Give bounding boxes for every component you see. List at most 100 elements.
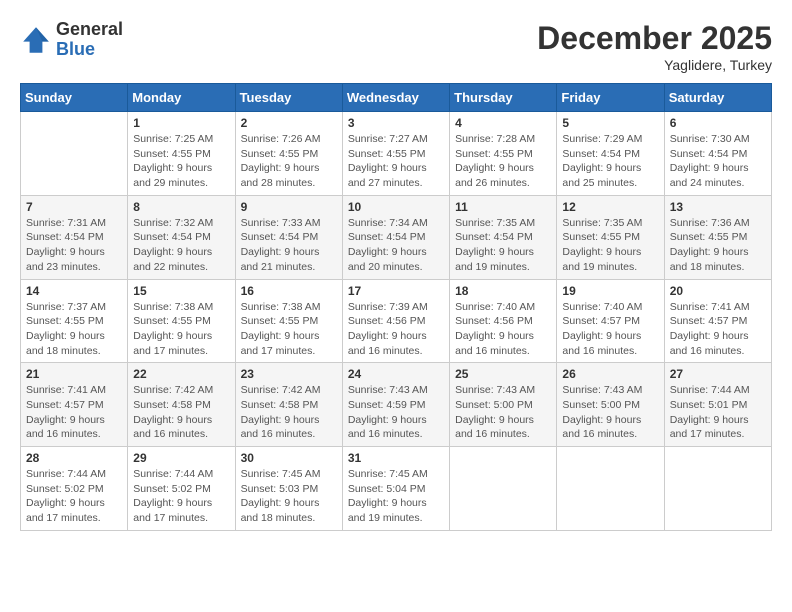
week-row-2: 7Sunrise: 7:31 AM Sunset: 4:54 PM Daylig… [21,195,772,279]
calendar-cell: 17 Sunrise: 7:39 AM Sunset: 4:56 PM Dayli… [342,279,449,363]
day-number: 24 [348,367,444,381]
week-row-5: 28 Sunrise: 7:44 AM Sunset: 5:02 PM Dayli… [21,447,772,531]
calendar-cell: 5Sunrise: 7:29 AM Sunset: 4:54 PM Daylig… [557,112,664,196]
calendar-cell [21,112,128,196]
week-row-4: 21 Sunrise: 7:41 AM Sunset: 4:57 PM Dayli… [21,363,772,447]
calendar-cell: 26 Sunrise: 7:43 AM Sunset: 5:00 PM Dayli… [557,363,664,447]
day-number: 17 [348,284,444,298]
day-number: 12 [562,200,658,214]
day-number: 21 [26,367,122,381]
weekday-row: SundayMondayTuesdayWednesdayThursdayFrid… [21,84,772,112]
calendar-cell [450,447,557,531]
weekday-header-wednesday: Wednesday [342,84,449,112]
day-info: Sunrise: 7:40 AM Sunset: 4:57 PM Dayligh… [562,300,658,359]
day-number: 9 [241,200,337,214]
day-info: Sunrise: 7:35 AM Sunset: 4:55 PM Dayligh… [562,216,658,275]
logo-blue: Blue [56,40,123,60]
day-info: Sunrise: 7:40 AM Sunset: 4:56 PM Dayligh… [455,300,551,359]
day-info: Sunrise: 7:32 AM Sunset: 4:54 PM Dayligh… [133,216,229,275]
day-number: 25 [455,367,551,381]
calendar-cell: 13 Sunrise: 7:36 AM Sunset: 4:55 PM Dayli… [664,195,771,279]
day-info: Sunrise: 7:41 AM Sunset: 4:57 PM Dayligh… [670,300,766,359]
day-info: Sunrise: 7:39 AM Sunset: 4:56 PM Dayligh… [348,300,444,359]
day-info: Sunrise: 7:44 AM Sunset: 5:02 PM Dayligh… [133,467,229,526]
day-info: Sunrise: 7:29 AM Sunset: 4:54 PM Dayligh… [562,132,658,191]
calendar-cell: 11Sunrise: 7:35 AM Sunset: 4:54 PM Dayli… [450,195,557,279]
day-number: 1 [133,116,229,130]
day-info: Sunrise: 7:35 AM Sunset: 4:54 PM Dayligh… [455,216,551,275]
day-number: 31 [348,451,444,465]
day-number: 26 [562,367,658,381]
day-info: Sunrise: 7:34 AM Sunset: 4:54 PM Dayligh… [348,216,444,275]
calendar-cell: 10 Sunrise: 7:34 AM Sunset: 4:54 PM Dayli… [342,195,449,279]
day-number: 13 [670,200,766,214]
day-info: Sunrise: 7:26 AM Sunset: 4:55 PM Dayligh… [241,132,337,191]
day-info: Sunrise: 7:37 AM Sunset: 4:55 PM Dayligh… [26,300,122,359]
calendar-cell: 23 Sunrise: 7:42 AM Sunset: 4:58 PM Dayli… [235,363,342,447]
weekday-header-saturday: Saturday [664,84,771,112]
calendar-cell: 22 Sunrise: 7:42 AM Sunset: 4:58 PM Dayli… [128,363,235,447]
day-info: Sunrise: 7:28 AM Sunset: 4:55 PM Dayligh… [455,132,551,191]
calendar-cell: 20 Sunrise: 7:41 AM Sunset: 4:57 PM Dayli… [664,279,771,363]
day-number: 30 [241,451,337,465]
calendar-cell: 4Sunrise: 7:28 AM Sunset: 4:55 PM Daylig… [450,112,557,196]
week-row-1: 1 Sunrise: 7:25 AM Sunset: 4:55 PM Daylig… [21,112,772,196]
calendar-cell: 28 Sunrise: 7:44 AM Sunset: 5:02 PM Dayli… [21,447,128,531]
weekday-header-tuesday: Tuesday [235,84,342,112]
day-info: Sunrise: 7:41 AM Sunset: 4:57 PM Dayligh… [26,383,122,442]
calendar-cell [664,447,771,531]
day-info: Sunrise: 7:38 AM Sunset: 4:55 PM Dayligh… [241,300,337,359]
day-number: 23 [241,367,337,381]
calendar-cell: 19 Sunrise: 7:40 AM Sunset: 4:57 PM Dayli… [557,279,664,363]
calendar-cell: 30 Sunrise: 7:45 AM Sunset: 5:03 PM Dayli… [235,447,342,531]
day-info: Sunrise: 7:33 AM Sunset: 4:54 PM Dayligh… [241,216,337,275]
day-number: 19 [562,284,658,298]
calendar-cell: 16 Sunrise: 7:38 AM Sunset: 4:55 PM Dayli… [235,279,342,363]
page-header: General Blue December 2025 Yaglidere, Tu… [20,20,772,73]
day-info: Sunrise: 7:45 AM Sunset: 5:04 PM Dayligh… [348,467,444,526]
day-info: Sunrise: 7:43 AM Sunset: 5:00 PM Dayligh… [562,383,658,442]
day-number: 15 [133,284,229,298]
day-info: Sunrise: 7:42 AM Sunset: 4:58 PM Dayligh… [133,383,229,442]
calendar-cell: 12 Sunrise: 7:35 AM Sunset: 4:55 PM Dayli… [557,195,664,279]
day-info: Sunrise: 7:38 AM Sunset: 4:55 PM Dayligh… [133,300,229,359]
logo-general: General [56,20,123,40]
day-number: 3 [348,116,444,130]
month-title: December 2025 [537,20,772,57]
calendar-cell: 9 Sunrise: 7:33 AM Sunset: 4:54 PM Daylig… [235,195,342,279]
day-number: 10 [348,200,444,214]
day-info: Sunrise: 7:45 AM Sunset: 5:03 PM Dayligh… [241,467,337,526]
calendar-cell: 3 Sunrise: 7:27 AM Sunset: 4:55 PM Daylig… [342,112,449,196]
day-number: 20 [670,284,766,298]
day-number: 8 [133,200,229,214]
day-number: 28 [26,451,122,465]
day-info: Sunrise: 7:42 AM Sunset: 4:58 PM Dayligh… [241,383,337,442]
day-info: Sunrise: 7:25 AM Sunset: 4:55 PM Dayligh… [133,132,229,191]
logo-text: General Blue [56,20,123,60]
weekday-header-thursday: Thursday [450,84,557,112]
day-number: 29 [133,451,229,465]
calendar-cell: 25Sunrise: 7:43 AM Sunset: 5:00 PM Dayli… [450,363,557,447]
day-info: Sunrise: 7:44 AM Sunset: 5:02 PM Dayligh… [26,467,122,526]
calendar-cell: 24 Sunrise: 7:43 AM Sunset: 4:59 PM Dayli… [342,363,449,447]
calendar-cell: 7Sunrise: 7:31 AM Sunset: 4:54 PM Daylig… [21,195,128,279]
day-number: 14 [26,284,122,298]
day-number: 16 [241,284,337,298]
week-row-3: 14 Sunrise: 7:37 AM Sunset: 4:55 PM Dayli… [21,279,772,363]
calendar-cell: 2 Sunrise: 7:26 AM Sunset: 4:55 PM Daylig… [235,112,342,196]
weekday-header-sunday: Sunday [21,84,128,112]
day-number: 27 [670,367,766,381]
day-number: 2 [241,116,337,130]
calendar-cell: 1 Sunrise: 7:25 AM Sunset: 4:55 PM Daylig… [128,112,235,196]
day-info: Sunrise: 7:44 AM Sunset: 5:01 PM Dayligh… [670,383,766,442]
calendar-cell [557,447,664,531]
day-info: Sunrise: 7:36 AM Sunset: 4:55 PM Dayligh… [670,216,766,275]
calendar-cell: 8 Sunrise: 7:32 AM Sunset: 4:54 PM Daylig… [128,195,235,279]
calendar-cell: 31 Sunrise: 7:45 AM Sunset: 5:04 PM Dayli… [342,447,449,531]
calendar-cell: 15 Sunrise: 7:38 AM Sunset: 4:55 PM Dayli… [128,279,235,363]
day-info: Sunrise: 7:27 AM Sunset: 4:55 PM Dayligh… [348,132,444,191]
weekday-header-monday: Monday [128,84,235,112]
day-number: 22 [133,367,229,381]
day-info: Sunrise: 7:43 AM Sunset: 4:59 PM Dayligh… [348,383,444,442]
calendar-cell: 14 Sunrise: 7:37 AM Sunset: 4:55 PM Dayli… [21,279,128,363]
